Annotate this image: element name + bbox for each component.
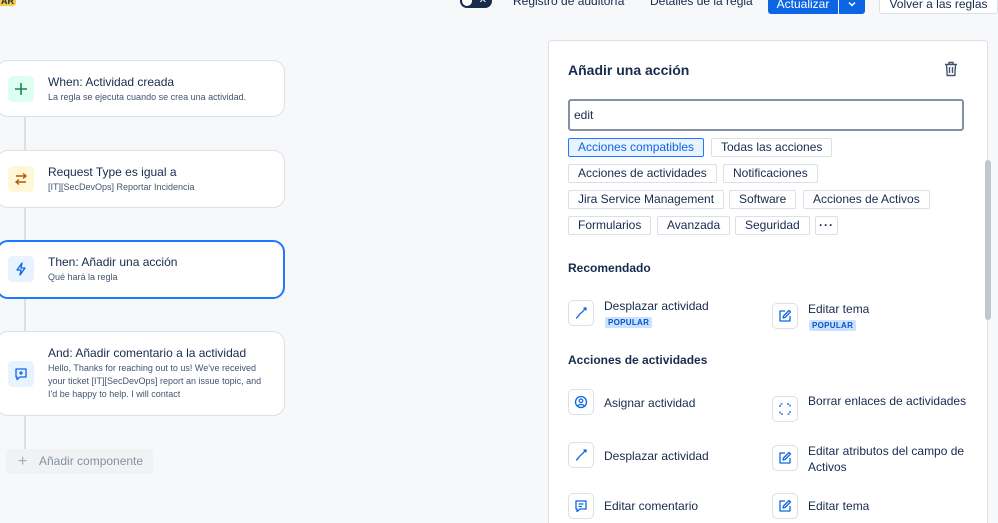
move-icon <box>575 307 587 319</box>
comment-add-icon <box>15 368 27 381</box>
rule-details-link[interactable]: Detalles de la regla <box>650 0 753 8</box>
chip-issue-actions[interactable]: Acciones de actividades <box>568 164 717 183</box>
flow-connector <box>24 207 26 241</box>
add-component-button[interactable]: + Añadir componente <box>6 449 153 474</box>
recommended-action-label[interactable]: Editar tema <box>808 301 869 317</box>
issue-action-label[interactable]: Editar comentario <box>604 498 698 514</box>
issue-action-label[interactable]: Desplazar actividad <box>604 448 709 464</box>
popular-badge: POPULAR <box>809 320 857 331</box>
chip-security[interactable]: Seguridad <box>735 216 810 235</box>
node-title: When: Actividad creada <box>48 75 175 89</box>
trigger-node[interactable]: When: Actividad creada La regla se ejecu… <box>0 60 285 117</box>
edit-assets-action-icon[interactable] <box>772 445 798 471</box>
recommended-move-action-icon[interactable] <box>568 300 594 326</box>
node-subtitle: [IT][SecDevOps] Reportar Incidencia <box>48 182 195 192</box>
audit-toggle[interactable]: ✕ <box>460 0 492 8</box>
unlink-icon <box>779 403 791 415</box>
edit-summary-action-icon[interactable] <box>772 493 798 519</box>
chevron-down-icon <box>848 1 856 7</box>
flow-connector <box>24 116 26 150</box>
update-dropdown-button[interactable] <box>839 0 865 14</box>
chip-jira-service-management[interactable]: Jira Service Management <box>568 190 725 209</box>
edit-icon <box>779 451 792 464</box>
node-body: Hello, Thanks for reaching out to us! We… <box>48 363 262 399</box>
flow-connector <box>24 415 26 451</box>
flow-connector <box>24 298 26 332</box>
top-bar: AR ✕ Registro de auditoría Detalles de l… <box>0 0 998 14</box>
panel-scrollbar[interactable] <box>985 160 991 320</box>
plan-badge: AR <box>0 0 16 6</box>
issue-action-label[interactable]: Editar tema <box>808 498 869 514</box>
assign-action-icon[interactable] <box>568 389 594 415</box>
action-search-input[interactable] <box>568 99 964 131</box>
comment-node[interactable]: And: Añadir comentario a la actividad He… <box>0 331 285 416</box>
issue-action-label[interactable]: Borrar enlaces de actividades <box>808 393 968 409</box>
trigger-icon-box <box>8 76 34 102</box>
condition-node[interactable]: Request Type es igual a [IT][SecDevOps] … <box>0 150 285 208</box>
action-icon-box <box>8 256 34 282</box>
node-subtitle: Qué hará la regla <box>48 272 118 282</box>
chip-compatible-actions[interactable]: Acciones compatibles <box>568 138 705 157</box>
issue-action-label[interactable]: Editar atributos del campo de Activos <box>808 443 973 475</box>
move-icon <box>575 449 587 461</box>
unlink-action-icon[interactable] <box>772 396 798 422</box>
update-button[interactable]: Actualizar <box>768 0 838 14</box>
back-to-rules-button[interactable]: Volver a las reglas <box>879 0 998 14</box>
recommended-section-title: Recomendado <box>568 261 651 275</box>
issue-action-label[interactable]: Asignar actividad <box>604 395 695 411</box>
edit-icon <box>779 499 792 512</box>
action-node-selected[interactable]: Then: Añadir una acción Qué hará la regl… <box>0 240 285 299</box>
chip-advanced[interactable]: Avanzada <box>657 216 731 235</box>
trash-icon[interactable] <box>944 61 958 77</box>
recommended-action-label[interactable]: Desplazar actividad <box>604 298 709 314</box>
edit-comment-action-icon[interactable] <box>568 493 594 519</box>
chip-notifications[interactable]: Notificaciones <box>723 164 818 183</box>
toggle-off-icon: ✕ <box>478 0 487 6</box>
audit-log-link[interactable]: Registro de auditoría <box>513 0 624 8</box>
add-component-label: Añadir componente <box>39 454 144 468</box>
toggle-knob <box>462 0 472 6</box>
chip-more-button[interactable]: ··· <box>815 216 838 235</box>
popular-badge: POPULAR <box>605 317 653 328</box>
chip-forms[interactable]: Formularios <box>568 216 652 235</box>
condition-icon-box <box>8 166 34 192</box>
node-title: Request Type es igual a <box>48 165 177 179</box>
panel-title: Añadir una acción <box>568 62 690 78</box>
assign-icon <box>574 395 588 409</box>
plus-icon: + <box>18 453 28 470</box>
move-action-icon[interactable] <box>568 442 594 468</box>
comment-icon-box <box>8 361 34 387</box>
chip-asset-actions[interactable]: Acciones de Activos <box>803 190 930 209</box>
edit-icon <box>779 309 792 322</box>
plus-icon <box>15 83 27 95</box>
branch-icon <box>14 172 28 186</box>
recommended-edit-action-icon[interactable] <box>772 303 798 329</box>
node-title: Then: Añadir una acción <box>48 255 178 269</box>
comment-icon <box>575 500 587 513</box>
issue-actions-section-title: Acciones de actividades <box>568 353 708 367</box>
node-title: And: Añadir comentario a la actividad <box>48 346 247 360</box>
lightning-icon <box>16 262 26 276</box>
chip-all-actions[interactable]: Todas las acciones <box>711 138 833 157</box>
chip-software[interactable]: Software <box>729 190 797 209</box>
add-action-panel: Añadir una acción Acciones compatibles T… <box>548 40 988 523</box>
node-subtitle: La regla se ejecuta cuando se crea una a… <box>48 92 247 102</box>
